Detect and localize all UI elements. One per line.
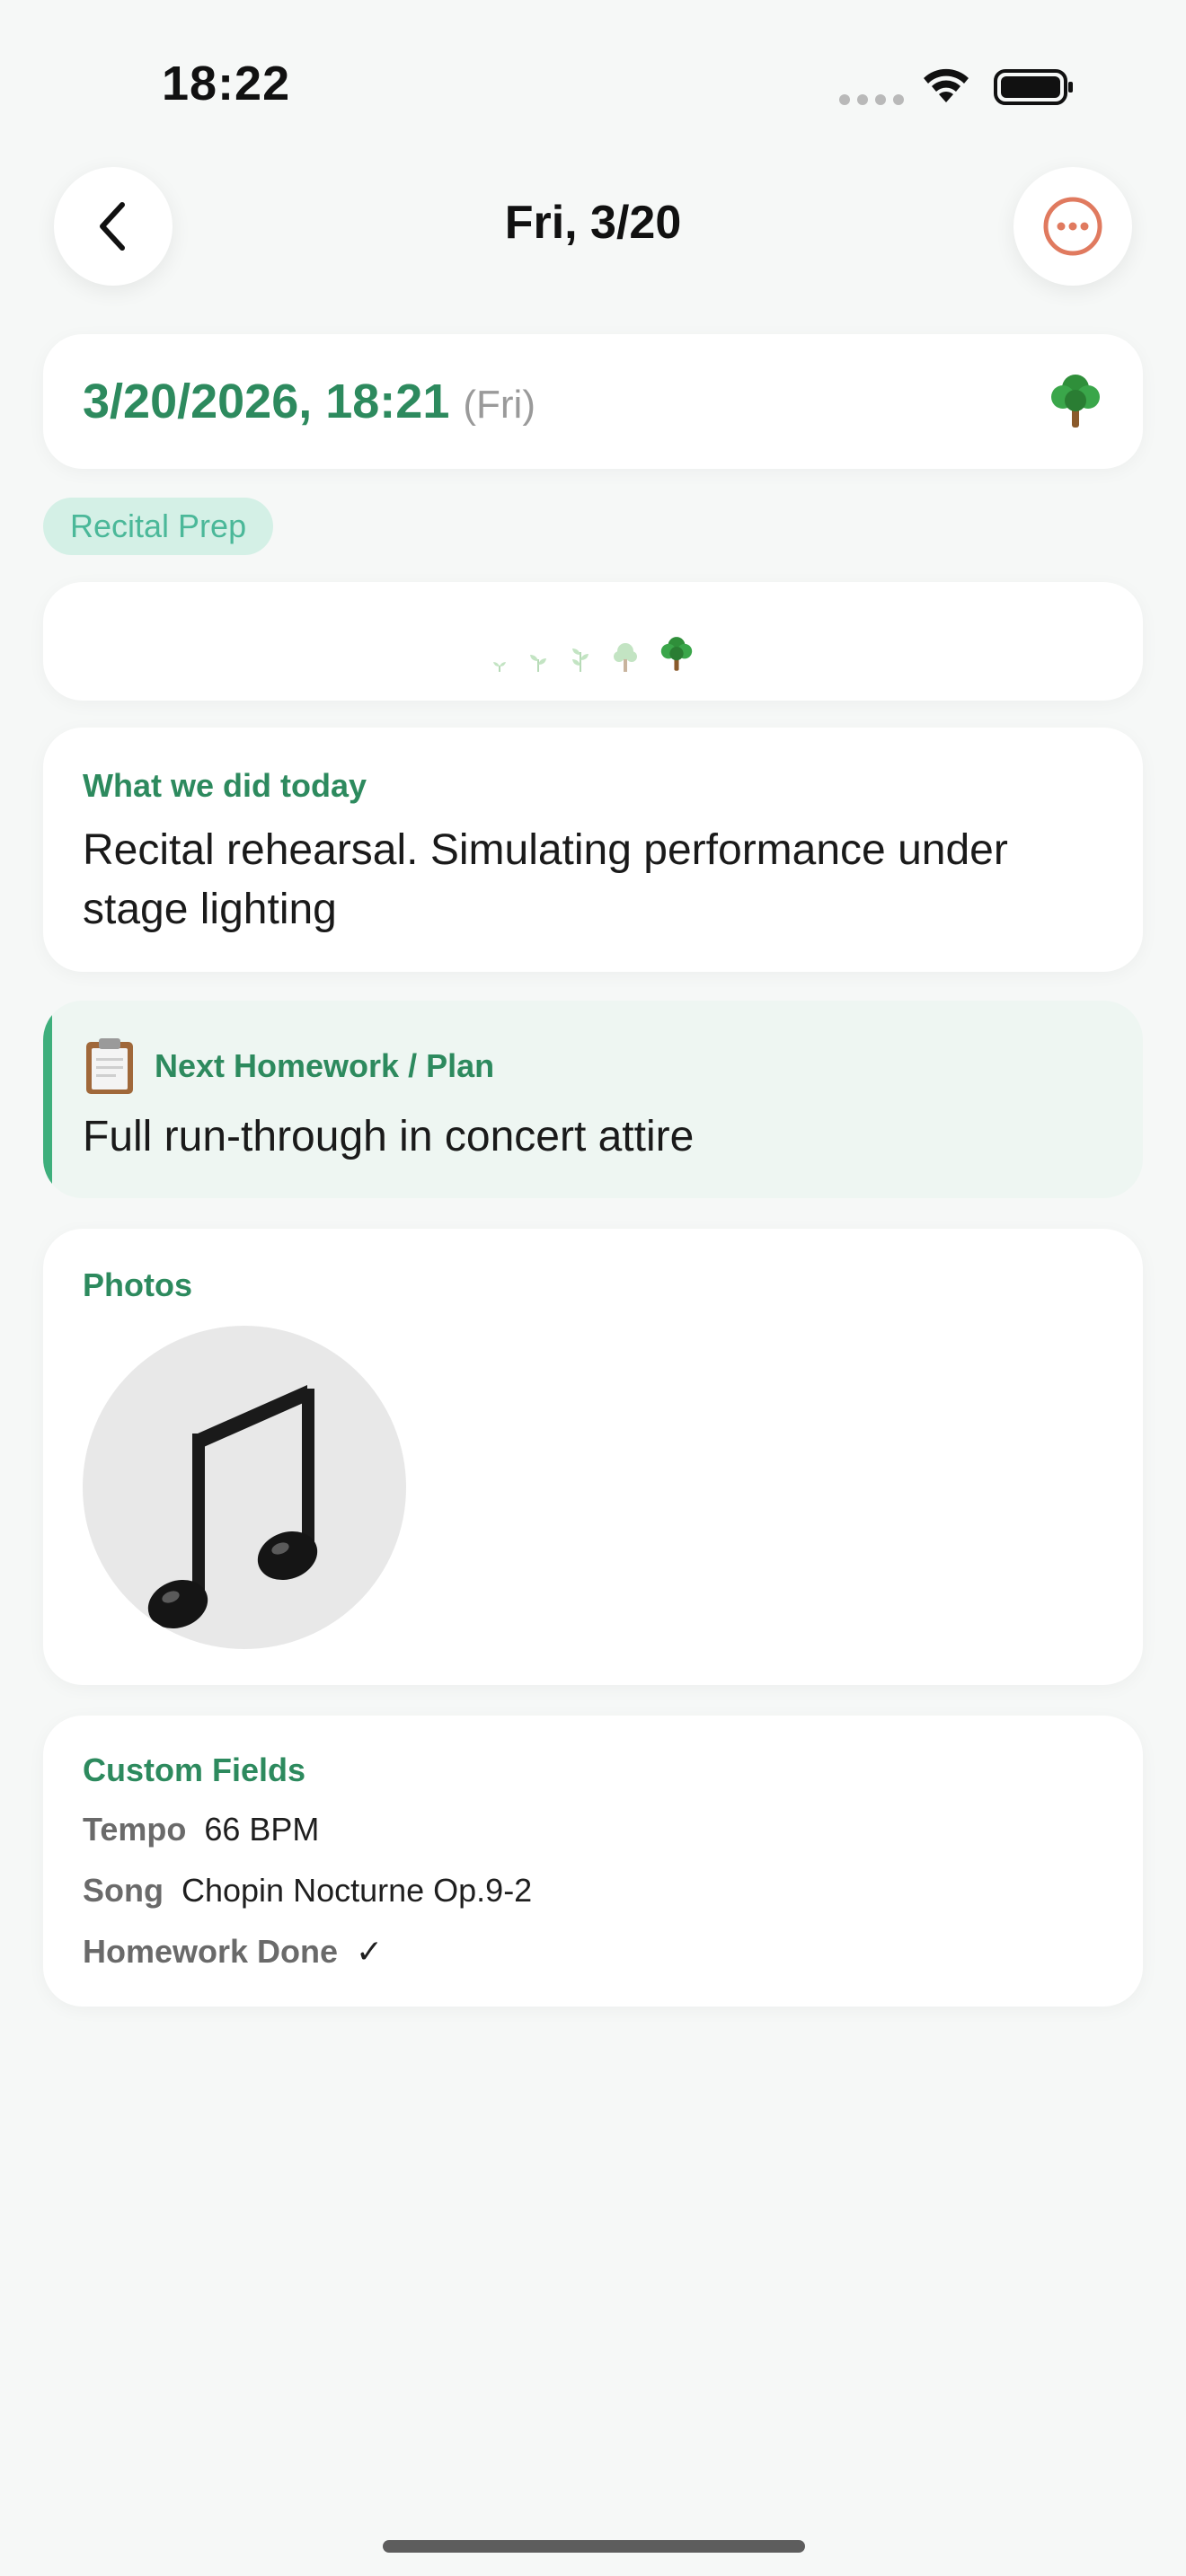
seedling-3-icon[interactable] bbox=[569, 647, 592, 672]
chevron-left-icon bbox=[100, 202, 125, 251]
today-text: Recital rehearsal. Simulating performanc… bbox=[83, 826, 1008, 933]
battery-icon bbox=[994, 69, 1073, 105]
growth-stage-card bbox=[43, 582, 1143, 701]
entry-weekday: (Fri) bbox=[463, 383, 535, 427]
custom-field-row: Tempo 66 BPM bbox=[83, 1811, 319, 1848]
wifi-icon bbox=[924, 68, 969, 102]
seedling-2-icon[interactable] bbox=[527, 652, 549, 672]
field-value: 66 BPM bbox=[204, 1811, 320, 1848]
plan-card[interactable]: Next Homework / Plan Full run-through in… bbox=[43, 1001, 1143, 1198]
page-title: Fri, 3/20 bbox=[504, 197, 682, 249]
tag-chip[interactable]: Recital Prep bbox=[43, 498, 274, 555]
custom-field-row: Song Chopin Nocturne Op.9-2 bbox=[83, 1872, 532, 1910]
status-time: 18:22 bbox=[162, 57, 291, 110]
more-options-button[interactable] bbox=[1013, 167, 1132, 286]
home-indicator[interactable] bbox=[383, 2540, 805, 2553]
field-name: Homework Done bbox=[83, 1933, 339, 1970]
today-card[interactable]: What we did today Recital rehearsal. Sim… bbox=[43, 728, 1143, 972]
ellipsis-circle-icon bbox=[1043, 197, 1102, 256]
field-value: ✓ bbox=[356, 1933, 384, 1970]
signal-dots-icon bbox=[839, 93, 911, 106]
back-button[interactable] bbox=[54, 167, 173, 286]
seedling-1-icon[interactable] bbox=[491, 659, 508, 672]
tree-icon bbox=[1051, 375, 1100, 428]
music-notes-icon bbox=[147, 1385, 318, 1629]
photo-thumbnail[interactable] bbox=[83, 1326, 406, 1649]
today-label: What we did today bbox=[83, 767, 367, 804]
custom-field-row: Homework Done ✓ bbox=[83, 1933, 383, 1971]
plan-accent-bar bbox=[43, 1001, 52, 1198]
clipboard-icon bbox=[86, 1038, 133, 1094]
tree-icon[interactable] bbox=[659, 634, 695, 672]
photos-label: Photos bbox=[83, 1266, 192, 1303]
growth-stage-selector[interactable] bbox=[43, 609, 1143, 672]
photos-card: Photos bbox=[43, 1229, 1143, 1685]
field-name: Song bbox=[83, 1872, 164, 1909]
entry-datetime-value: 3/20/2026, 18:21 bbox=[83, 375, 450, 428]
field-value: Chopin Nocturne Op.9-2 bbox=[181, 1872, 533, 1909]
custom-fields-card[interactable]: Custom Fields Tempo 66 BPM Song Chopin Noc… bbox=[43, 1716, 1143, 2007]
custom-fields-label: Custom Fields bbox=[83, 1751, 306, 1788]
plan-text: Full run-through in concert attire bbox=[83, 1113, 695, 1160]
field-name: Tempo bbox=[83, 1811, 187, 1848]
sapling-icon[interactable] bbox=[612, 641, 639, 672]
plan-label: Next Homework / Plan bbox=[155, 1047, 495, 1084]
entry-date-card[interactable]: 3/20/2026, 18:21 (Fri) bbox=[43, 334, 1143, 469]
entry-datetime: 3/20/2026, 18:21 (Fri) bbox=[83, 374, 535, 429]
